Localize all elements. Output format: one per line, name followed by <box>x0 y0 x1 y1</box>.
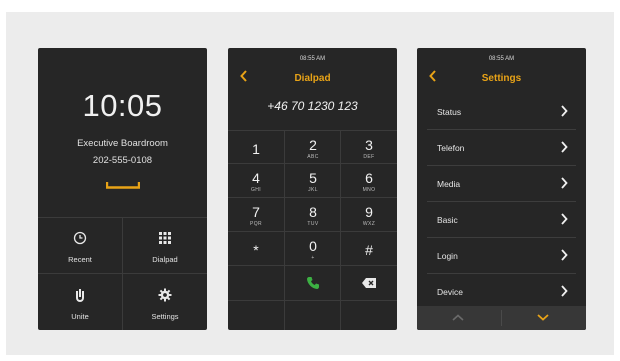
chevron-right-icon <box>561 141 568 153</box>
key-digit: 5 <box>309 170 317 186</box>
key-5[interactable]: 5 JKL <box>285 164 341 197</box>
dialpad-grid-icon <box>159 232 171 244</box>
menu-item-label: Status <box>437 107 462 117</box>
extension-number: 202-555-0108 <box>92 155 153 166</box>
key-letters: MNO <box>362 187 376 193</box>
unite-tile[interactable]: Unite <box>38 274 122 330</box>
status-time: 08:55 AM <box>299 56 326 62</box>
menu-item-status[interactable]: Status <box>427 94 576 130</box>
divider <box>228 300 397 301</box>
settings-tile[interactable]: Settings <box>123 274 207 330</box>
phone-call-icon <box>307 277 319 289</box>
menu-item-basic[interactable]: Basic <box>427 202 576 238</box>
settings-menu: Status Telefon Media Basic Login Device <box>427 94 576 309</box>
key-letters: TUV <box>307 221 319 227</box>
chevron-right-icon <box>561 213 568 225</box>
menu-item-login[interactable]: Login <box>427 238 576 274</box>
key-1[interactable]: 1 <box>228 131 284 164</box>
chevron-right-icon <box>561 105 568 117</box>
menu-item-label: Basic <box>437 215 458 225</box>
key-hash[interactable]: # <box>341 232 397 265</box>
call-button[interactable] <box>285 266 341 300</box>
clock: 10:05 <box>82 88 163 123</box>
menu-item-label: Telefon <box>437 143 465 153</box>
menu-item-label: Media <box>437 179 461 189</box>
chevron-up-icon <box>452 314 464 321</box>
backspace-icon <box>362 278 376 288</box>
menu-item-label: Login <box>437 251 458 261</box>
chevron-right-icon <box>561 177 568 189</box>
scroll-up-button[interactable] <box>417 306 501 330</box>
dialpad-screen: 08:55 AM Dialpad +46 70 1230 123 1 2 ABC … <box>228 48 397 330</box>
chevron-right-icon <box>561 249 568 261</box>
settings-screen: 08:55 AM Settings Status Telefon Media B… <box>417 48 586 330</box>
recent-clock-icon <box>73 231 87 245</box>
recent-tile[interactable]: Recent <box>38 217 122 273</box>
key-digit: 2 <box>309 137 317 153</box>
key-2[interactable]: 2 ABC <box>285 131 341 164</box>
key-digit: 6 <box>365 170 373 186</box>
key-letters: DEF <box>363 154 375 160</box>
home-tiles: Recent Dialpad Unite Settings <box>38 217 207 330</box>
key-star[interactable]: * <box>228 232 284 265</box>
key-digit: 7 <box>252 204 260 220</box>
page-title: Dialpad <box>294 73 331 84</box>
key-0[interactable]: 0 + <box>285 232 341 265</box>
key-letters: GHI <box>250 187 262 193</box>
dialed-number: +46 70 1230 123 <box>267 99 358 113</box>
key-digit: 3 <box>365 137 373 153</box>
page-title: Settings <box>481 73 522 84</box>
key-digit: 8 <box>309 204 317 220</box>
key-6[interactable]: 6 MNO <box>341 164 397 197</box>
key-digit: # <box>365 242 373 258</box>
handset-icon <box>106 182 140 189</box>
menu-item-telefon[interactable]: Telefon <box>427 130 576 166</box>
room-name: Executive Boardroom <box>77 138 168 149</box>
key-letters: WXZ <box>362 221 376 227</box>
menu-item-label: Device <box>437 287 463 297</box>
key-digit: 1 <box>252 141 260 157</box>
unite-label: Unite <box>71 312 89 321</box>
unite-icon <box>76 289 84 302</box>
key-letters: ABC <box>307 154 319 160</box>
key-digit: 0 <box>309 238 317 254</box>
chevron-right-icon <box>561 285 568 297</box>
recent-label: Recent <box>68 255 92 264</box>
key-9[interactable]: 9 WXZ <box>341 198 397 231</box>
key-3[interactable]: 3 DEF <box>341 131 397 164</box>
key-8[interactable]: 8 TUV <box>285 198 341 231</box>
dialpad-label: Dialpad <box>152 255 178 264</box>
backspace-button[interactable] <box>341 266 397 300</box>
settings-label: Settings <box>151 312 179 321</box>
scroll-down-button[interactable] <box>502 306 586 330</box>
key-letters: JKL <box>308 187 318 193</box>
key-digit: 9 <box>365 204 373 220</box>
key-letters: PQR <box>249 221 263 227</box>
key-digit: * <box>253 242 259 258</box>
key-4[interactable]: 4 GHI <box>228 164 284 197</box>
dialpad-tile[interactable]: Dialpad <box>123 217 207 273</box>
scroll-controls <box>417 306 586 330</box>
menu-item-media[interactable]: Media <box>427 166 576 202</box>
stage-background: 10:05 Executive Boardroom 202-555-0108 R… <box>6 12 614 355</box>
home-screen: 10:05 Executive Boardroom 202-555-0108 R… <box>38 48 207 330</box>
chevron-down-icon <box>537 314 549 321</box>
menu-item-device[interactable]: Device <box>427 274 576 309</box>
keypad: 1 2 ABC 3 DEF 4 GHI 5 JKL 6 MNO 7 PQR 8 TUV 9 WX… <box>228 130 397 330</box>
gear-icon <box>158 288 172 302</box>
key-7[interactable]: 7 PQR <box>228 198 284 231</box>
key-letters: + <box>311 255 315 261</box>
key-digit: 4 <box>252 170 260 186</box>
status-time: 08:55 AM <box>488 56 515 62</box>
